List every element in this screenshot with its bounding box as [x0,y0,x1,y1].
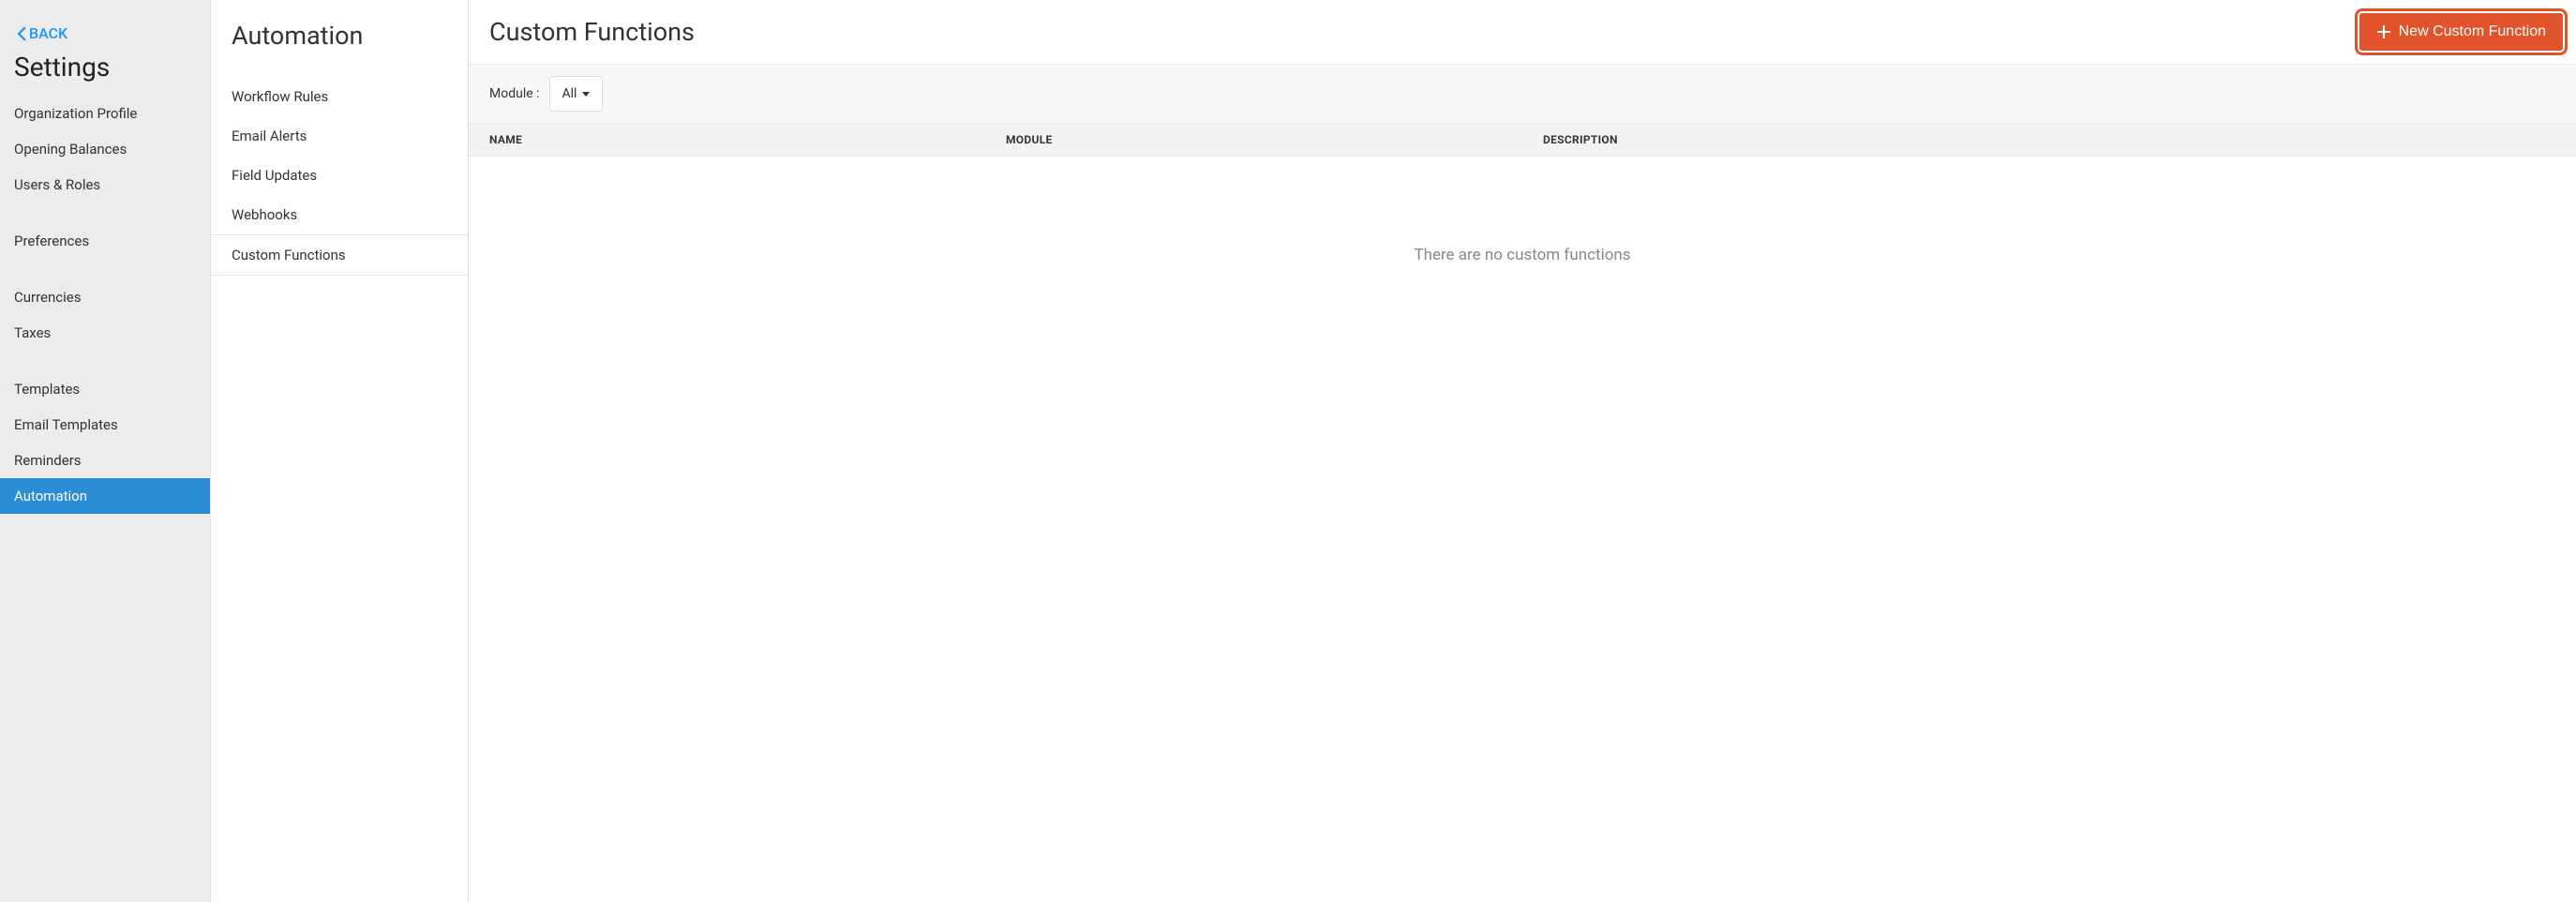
chevron-left-icon [17,26,27,41]
settings-sidebar: BACK Settings Organization ProfileOpenin… [0,0,211,902]
column-header-description: DESCRIPTION [1543,133,2555,146]
empty-message: There are no custom functions [1414,246,1630,264]
submenu-item-webhooks[interactable]: Webhooks [211,195,468,234]
settings-item-preferences[interactable]: Preferences [0,223,210,259]
new-button-label: New Custom Function [2399,23,2546,40]
settings-item-currencies[interactable]: Currencies [0,279,210,315]
submenu-sidebar: Automation Workflow RulesEmail AlertsFie… [211,0,469,902]
submenu-item-workflow-rules[interactable]: Workflow Rules [211,77,468,116]
page-title: Custom Functions [489,17,695,47]
submenu-item-email-alerts[interactable]: Email Alerts [211,116,468,156]
back-link[interactable]: BACK [0,19,210,52]
content-header: Custom Functions New Custom Function [469,0,2576,65]
empty-state: There are no custom functions [469,157,2576,264]
settings-item-organization-profile[interactable]: Organization Profile [0,96,210,131]
settings-item-email-templates[interactable]: Email Templates [0,407,210,443]
content-area: Custom Functions New Custom Function Mod… [469,0,2576,902]
module-filter-label: Module : [489,86,540,101]
submenu-item-field-updates[interactable]: Field Updates [211,156,468,195]
module-filter-value: All [562,86,577,101]
app-container: BACK Settings Organization ProfileOpenin… [0,0,2576,902]
settings-title: Settings [0,52,210,96]
module-filter-select[interactable]: All [549,76,604,112]
settings-item-automation[interactable]: Automation [0,478,210,514]
settings-item-reminders[interactable]: Reminders [0,443,210,478]
settings-item-taxes[interactable]: Taxes [0,315,210,351]
submenu-title: Automation [211,0,468,77]
new-custom-function-button[interactable]: New Custom Function [2359,13,2563,51]
settings-item-opening-balances[interactable]: Opening Balances [0,131,210,167]
settings-item-templates[interactable]: Templates [0,371,210,407]
submenu-item-custom-functions[interactable]: Custom Functions [211,234,468,276]
settings-item-users-roles[interactable]: Users & Roles [0,167,210,203]
table-header: NAME MODULE DESCRIPTION [469,124,2576,157]
column-header-module: MODULE [1006,133,1543,146]
plus-icon [2376,24,2391,39]
back-label: BACK [29,24,67,42]
filter-row: Module : All [469,65,2576,124]
caret-down-icon [582,92,590,97]
column-header-name: NAME [489,133,1006,146]
